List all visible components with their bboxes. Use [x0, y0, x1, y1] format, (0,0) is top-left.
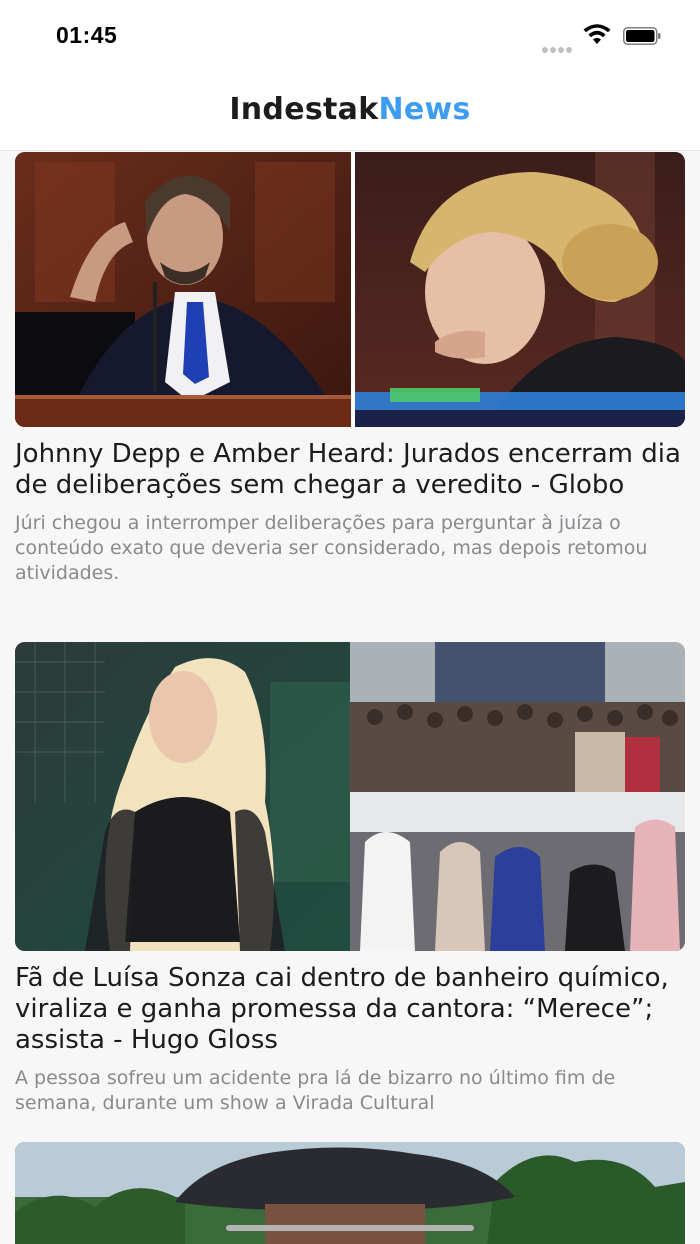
- nav-bar: IndestakNews: [0, 72, 700, 151]
- article-card[interactable]: Johnny Depp e Amber Heard: Jurados encer…: [15, 152, 685, 586]
- article-image[interactable]: [15, 152, 685, 427]
- app-title-part1: Indestak: [229, 92, 379, 127]
- battery-icon: [623, 27, 661, 45]
- app-title-part2: News: [378, 92, 471, 127]
- article-headline[interactable]: Fã de Luísa Sonza cai dentro de banheiro…: [15, 963, 685, 1056]
- article-card[interactable]: Fã de Luísa Sonza cai dentro de banheiro…: [15, 642, 685, 1116]
- wifi-icon: [583, 24, 611, 44]
- news-feed[interactable]: Johnny Depp e Amber Heard: Jurados encer…: [0, 151, 700, 1244]
- app-title: IndestakNews: [0, 92, 700, 127]
- status-bar: 01:45: [0, 0, 700, 72]
- article-image[interactable]: [15, 642, 685, 951]
- home-indicator[interactable]: [226, 1225, 474, 1231]
- concert-photo: [15, 642, 685, 951]
- cellular-signal-icon: [542, 38, 576, 53]
- article-summary: Júri chegou a interromper deliberações p…: [15, 512, 648, 584]
- article-headline[interactable]: Johnny Depp e Amber Heard: Jurados encer…: [15, 439, 685, 501]
- status-time: 01:45: [56, 22, 118, 48]
- courtroom-photo: [15, 152, 685, 427]
- article-summary: A pessoa sofreu um acidente pra lá de bi…: [15, 1067, 616, 1114]
